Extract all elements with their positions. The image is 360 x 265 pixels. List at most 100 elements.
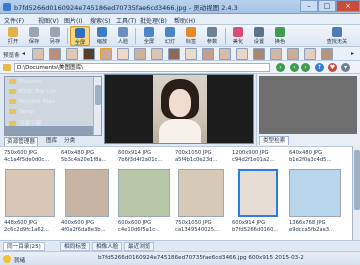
menu-batch[interactable]: 批处理(B) [140, 16, 167, 25]
menu-help[interactable]: 帮助(H) [174, 16, 195, 25]
change-color-button[interactable]: 换色 [270, 26, 290, 46]
thumbnail-caption: 1366x768 JPG [289, 220, 326, 226]
image-preview[interactable] [104, 74, 254, 144]
tree-horizontal-scrollbar[interactable] [5, 126, 95, 135]
slideshow-icon [165, 27, 175, 37]
favorite-icon[interactable]: ♥ [328, 63, 337, 72]
scroll-thumb[interactable] [95, 85, 101, 105]
tab-same-folder[interactable]: 同一目录(25) [3, 242, 45, 251]
preview-thumbnail[interactable] [270, 48, 282, 60]
thumbnail-caption: 448x600 JPG [4, 220, 38, 226]
preview-thumbnail[interactable] [134, 48, 146, 60]
tab-recent[interactable]: 最近浏览 [124, 242, 155, 251]
slideshow-button[interactable]: 幻灯 [160, 26, 180, 46]
tree-item[interactable]: Tencent Files [9, 99, 55, 105]
thumbnail-caption: 600x600 JPG [118, 220, 152, 226]
open-button[interactable]: 打开 [3, 26, 23, 46]
thumbnail[interactable] [238, 169, 278, 217]
preview-thumbnail[interactable] [253, 48, 265, 60]
preview-thumbnail[interactable] [202, 48, 214, 60]
menu-search[interactable]: 搜索(S) [90, 16, 111, 25]
type-search-pane: 类型检索 [256, 74, 360, 146]
fullscreen-toggle-button[interactable]: 全屏 [70, 26, 90, 46]
thumbnail[interactable] [118, 169, 170, 217]
menu-bar: 文件(F) 视图(V) 图片(I) 搜索(S) 工具(T) 批处理(B) 帮助(… [0, 14, 360, 25]
tab-category[interactable]: 分类 [62, 137, 77, 146]
minimize-button[interactable]: – [300, 0, 318, 12]
preview-thumbnail[interactable] [32, 48, 44, 60]
menu-view[interactable]: 视图(V) [38, 16, 59, 25]
go-icon[interactable]: › [276, 63, 285, 72]
tree-item[interactable]: Temp [9, 109, 34, 115]
folder-icon [9, 99, 16, 104]
thumbnail-filename: 4c1a4f5de0d0c... [4, 157, 50, 163]
params-button[interactable]: 参数 [202, 26, 222, 46]
preview-thumbnail[interactable] [100, 48, 112, 60]
find-button[interactable]: 查找无关 [318, 26, 356, 46]
maximize-button[interactable]: □ [318, 0, 336, 12]
zoom-button[interactable]: 缩放 [92, 26, 112, 46]
title-bar: b7fd5266d0160924e745186ed70735fae6cd3466… [0, 0, 360, 14]
preview-thumbnail[interactable] [66, 48, 78, 60]
view-mode-icon[interactable]: ▾ [341, 63, 350, 72]
settings-icon [207, 27, 217, 37]
preview-thumbnail[interactable] [219, 48, 231, 60]
address-bar: D:\Documents\美图图库\ › ‹ › ↑ ♥ ▾ [0, 61, 360, 74]
thumbnail[interactable] [65, 169, 109, 217]
thumbnail-caption: 640x480 JPG [289, 150, 323, 156]
preview-thumbnail[interactable] [117, 48, 129, 60]
thumbnail-filename: 4f0a2f6da8e3b... [61, 227, 106, 233]
save-as-icon [50, 27, 60, 37]
fullscreen-button[interactable]: 全屏 [139, 26, 159, 46]
preview-thumbnail[interactable] [185, 48, 197, 60]
grid-vertical-scrollbar[interactable] [352, 146, 360, 240]
scroll-thumb[interactable] [354, 150, 360, 210]
tab-library[interactable]: 图库 [44, 137, 59, 146]
forward-icon[interactable]: › [301, 63, 310, 72]
tab-similar-face[interactable]: 相像人脸 [92, 242, 123, 251]
tab-explorer[interactable]: 资源管理器 [4, 137, 38, 146]
gear-icon [254, 27, 264, 37]
close-button[interactable]: × [336, 0, 360, 12]
settings-button[interactable]: 设置 [249, 26, 269, 46]
thumbnail-filename: b7fd5266d0160... [232, 227, 279, 233]
menu-file[interactable]: 文件(F) [4, 16, 24, 25]
tab-same-tag[interactable]: 相同标签 [60, 242, 91, 251]
preview-thumbnail[interactable] [49, 48, 61, 60]
preview-thumbnail[interactable] [83, 48, 95, 60]
tree-item[interactable]: RTXC File List [9, 89, 56, 95]
thumbnail[interactable] [178, 169, 224, 217]
back-icon[interactable]: ‹ [290, 63, 299, 72]
zoom-icon [97, 27, 107, 37]
folder-tree: Pictures RTXC File List Tencent Files Te… [4, 76, 102, 136]
tab-type-search[interactable]: 类型检索 [259, 136, 290, 145]
up-icon[interactable]: ↑ [315, 63, 324, 72]
face-button[interactable]: 人脸 [113, 26, 133, 46]
status-file-info: b7fd5266d0160924e745186ed70735fae6cd3466… [98, 255, 304, 261]
toolbar-separator [67, 28, 68, 44]
save-as-button[interactable]: 另存 [45, 26, 65, 46]
menu-image[interactable]: 图片(I) [64, 16, 82, 25]
thumbnail[interactable] [289, 169, 341, 217]
preview-thumbnail[interactable] [168, 48, 180, 60]
toolbar-separator [225, 28, 226, 44]
beautify-button[interactable]: 美化 [228, 26, 248, 46]
preview-thumbnail[interactable] [287, 48, 299, 60]
path-input[interactable]: D:\Documents\美图图库\ [14, 63, 270, 72]
preview-thumbnail[interactable] [151, 48, 163, 60]
preview-thumbnail[interactable] [304, 48, 316, 60]
tree-item[interactable]: Pictures [9, 79, 41, 85]
preview-next-arrow-icon[interactable]: ▸ [351, 50, 359, 58]
preview-prev-arrow-icon[interactable]: ◂ [22, 50, 30, 58]
app-icon [3, 3, 11, 11]
preview-thumbnail[interactable] [236, 48, 248, 60]
tree-vertical-scrollbar[interactable] [93, 77, 101, 135]
save-button[interactable]: 保存 [24, 26, 44, 46]
menu-tools[interactable]: 工具(T) [116, 16, 136, 25]
preview-thumbnail[interactable] [321, 48, 333, 60]
save-icon [29, 27, 39, 37]
fullscreen-icon [75, 28, 85, 38]
thumbnail-filename: a5f4b1c0e23d... [175, 157, 218, 163]
tag-button[interactable]: 标签 [181, 26, 201, 46]
thumbnail[interactable] [5, 169, 55, 217]
